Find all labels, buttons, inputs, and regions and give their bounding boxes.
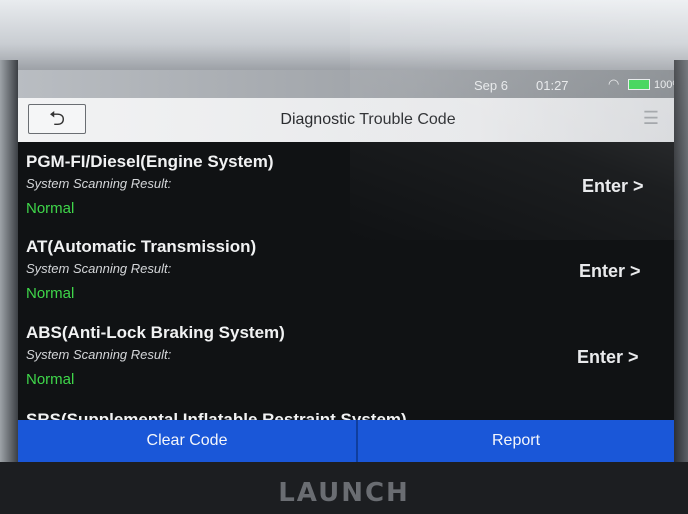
enter-button[interactable]: Enter > bbox=[579, 261, 659, 282]
scan-result-label: System Scanning Result: bbox=[26, 261, 172, 276]
battery-percent: 100% bbox=[654, 79, 674, 91]
device-bezel-left bbox=[0, 60, 18, 514]
status-time: 01:27 bbox=[536, 78, 569, 93]
scan-result-status: Normal bbox=[26, 371, 75, 388]
report-button[interactable]: Report bbox=[358, 420, 674, 462]
back-arrow-icon: ⮌ bbox=[48, 108, 66, 130]
wifi-icon: ◠ bbox=[608, 76, 620, 91]
status-bar: Sep 6 01:27 ◠ 100% bbox=[18, 70, 674, 98]
clear-code-button[interactable]: Clear Code bbox=[18, 420, 356, 462]
battery-icon bbox=[628, 79, 650, 90]
status-date: Sep 6 bbox=[474, 78, 508, 93]
enter-button[interactable]: Enter > bbox=[577, 347, 657, 368]
system-name: PGM-FI/Diesel(Engine System) bbox=[26, 152, 274, 171]
title-bar: ⮌ Diagnostic Trouble Code ☰ bbox=[18, 98, 674, 142]
scan-result-label: System Scanning Result: bbox=[26, 176, 172, 191]
device-screen: Sep 6 01:27 ◠ 100% ⮌ Diagnostic Trouble … bbox=[18, 70, 674, 462]
scan-result-status: Normal bbox=[26, 285, 75, 302]
scan-result-label: System Scanning Result: bbox=[26, 347, 172, 362]
system-item: PGM-FI/Diesel(Engine System) System Scan… bbox=[26, 152, 666, 236]
menu-icon[interactable]: ☰ bbox=[638, 108, 664, 130]
page-title: Diagnostic Trouble Code bbox=[280, 111, 456, 128]
action-bar: Clear Code Report bbox=[18, 420, 674, 462]
device-brand-logo: LAUNCH bbox=[278, 478, 410, 508]
device-bezel-right bbox=[674, 60, 688, 514]
system-name-partial: SRS(Supplemental Inflatable Restraint Sy… bbox=[26, 410, 407, 420]
back-button[interactable]: ⮌ bbox=[28, 104, 86, 134]
scan-result-status: Normal bbox=[26, 200, 75, 217]
system-item: ABS(Anti-Lock Braking System) System Sca… bbox=[26, 323, 666, 407]
enter-button[interactable]: Enter > bbox=[582, 176, 662, 197]
system-name: ABS(Anti-Lock Braking System) bbox=[26, 323, 285, 342]
system-item: AT(Automatic Transmission) System Scanni… bbox=[26, 237, 666, 321]
photo-background-top bbox=[0, 0, 688, 80]
system-name: AT(Automatic Transmission) bbox=[26, 237, 257, 256]
